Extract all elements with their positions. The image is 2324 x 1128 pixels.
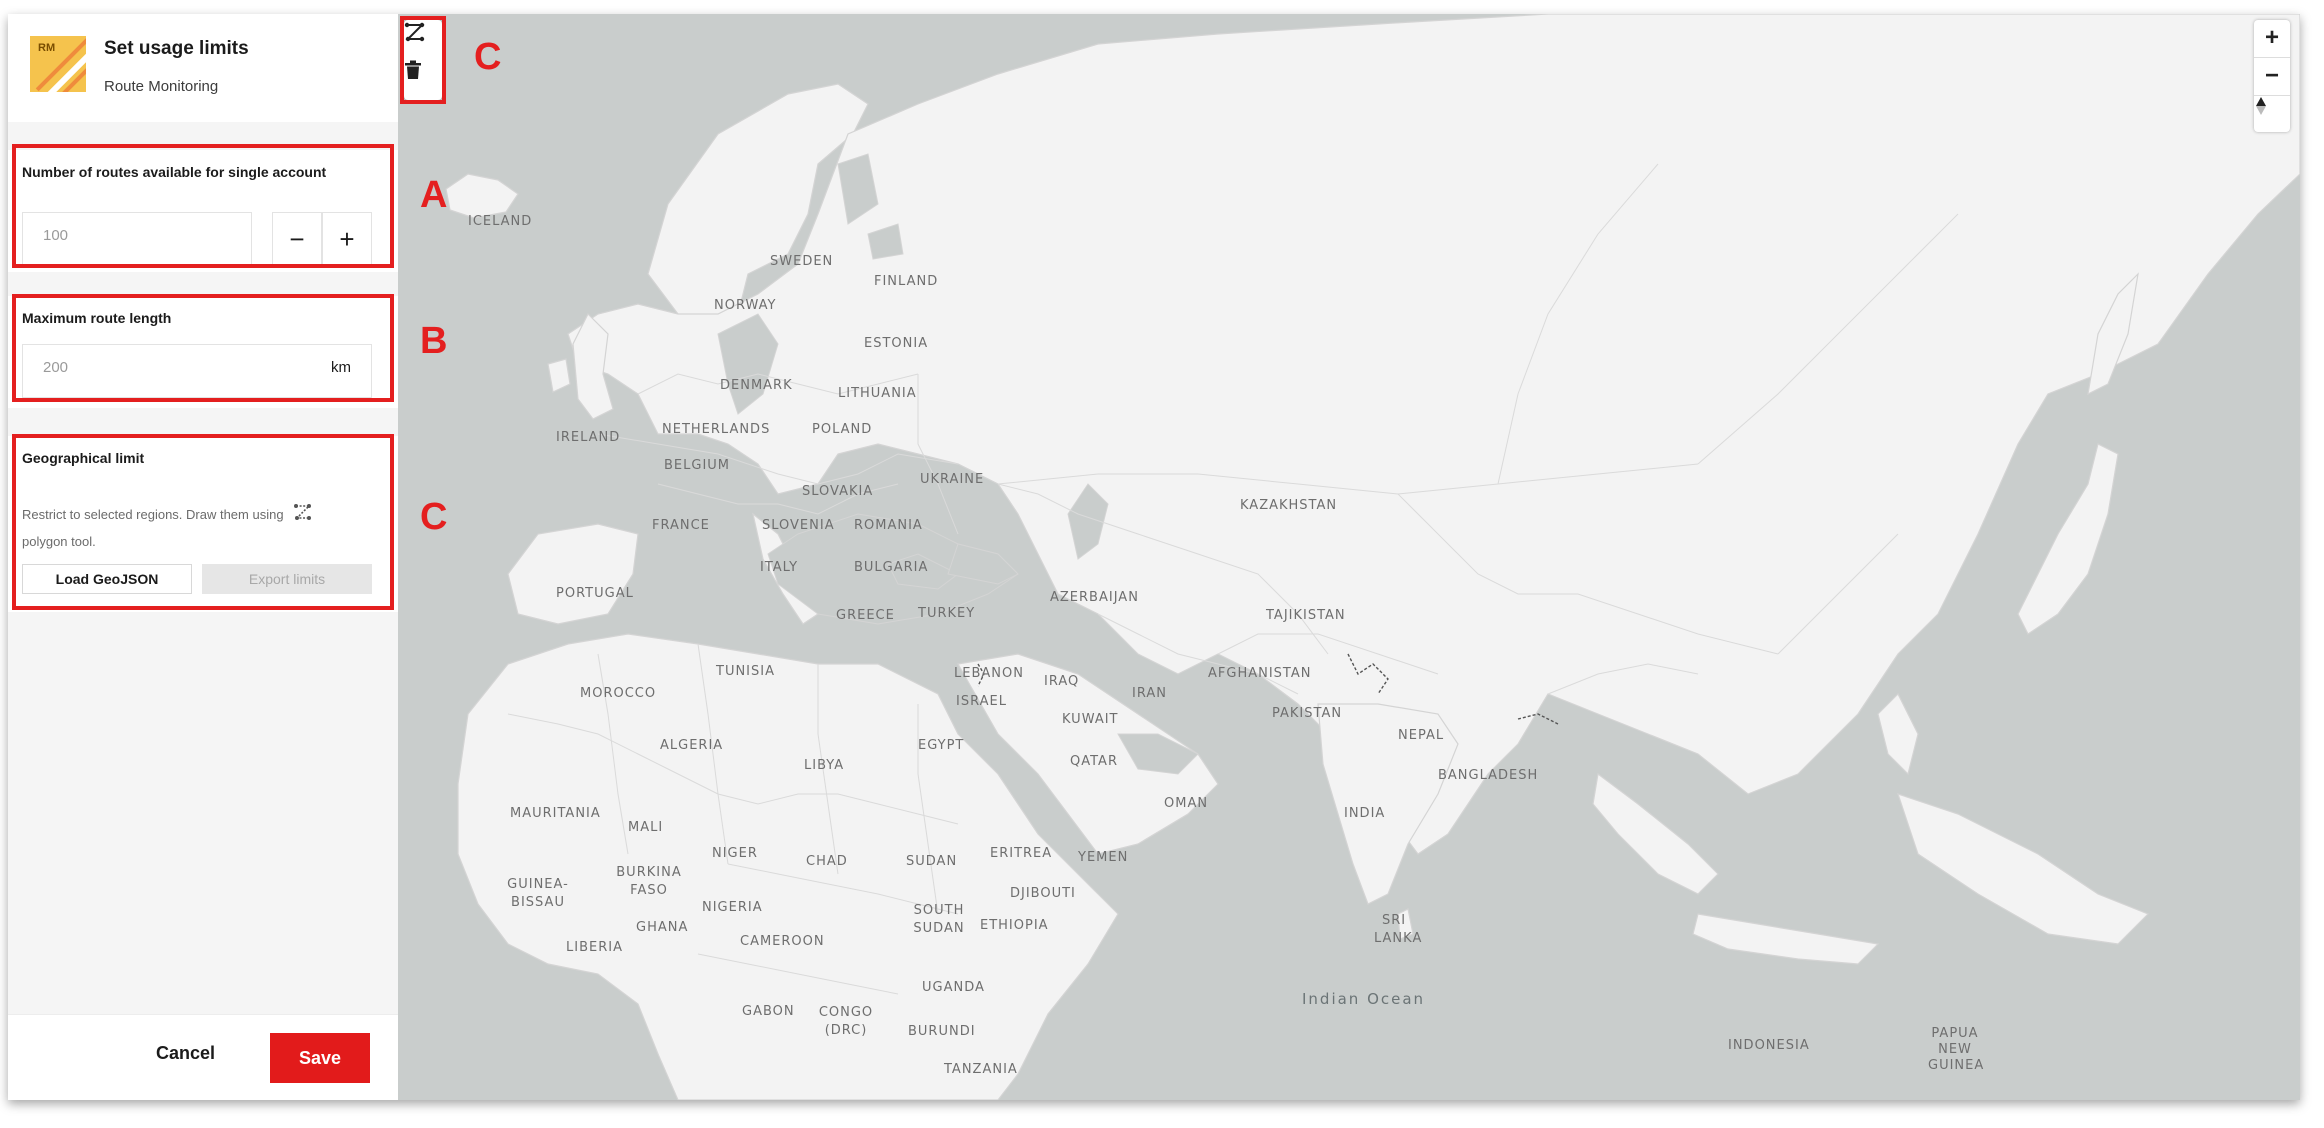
world-map-basemap (445, 14, 2300, 1100)
zoom-controls: + − (2254, 20, 2290, 132)
page-subtitle: Route Monitoring (104, 78, 219, 95)
map-label-cameroon: CAMEROON (740, 934, 825, 949)
map-label-yemen: YEMEN (1078, 850, 1129, 865)
map-label-bangladesh: BANGLADESH (1438, 768, 1539, 783)
annotation-box-c-map (400, 16, 446, 104)
annotation-letter-b: B (420, 320, 448, 362)
annotation-letter-a: A (420, 174, 448, 216)
map-label-mali: MALI (628, 820, 664, 835)
map-label-afghanistan: AFGHANISTAN (1208, 666, 1312, 681)
map-label-denmark: DENMARK (720, 378, 793, 393)
map-label-portugal: PORTUGAL (556, 586, 634, 601)
map-label-lebanon: LEBANON (954, 666, 1024, 681)
map-label-ukraine: UKRAINE (920, 472, 985, 487)
map-label-south-sudan: SOUTH SUDAN (913, 903, 965, 936)
map-label-estonia: ESTONIA (864, 336, 929, 351)
map-label-indian-ocean: Indian Ocean (1302, 990, 1426, 1008)
map-label-mauritania: MAURITANIA (510, 806, 601, 821)
compass-icon (2256, 97, 2266, 115)
route-monitoring-logo: RM (30, 36, 86, 92)
panel-header: RM Set usage limits Route Monitoring (8, 14, 398, 122)
zoom-out-button[interactable]: − (2254, 57, 2290, 94)
map-label-tanzania: TANZANIA (944, 1062, 1018, 1077)
logo-text: RM (38, 42, 56, 54)
map-label-france: FRANCE (652, 518, 710, 533)
map-label-guinea-bissau: GUINEA-BISSAU (507, 877, 569, 910)
map-label-slovakia: SLOVAKIA (802, 484, 874, 499)
map-label-poland: POLAND (812, 422, 873, 437)
map-view[interactable]: ICELAND SWEDEN FINLAND NORWAY ESTONIA DE… (398, 14, 2300, 1100)
map-label-iran: IRAN (1132, 686, 1167, 701)
map-label-burkina-faso: BURKINA FASO (616, 865, 682, 898)
annotation-box-b (12, 294, 394, 402)
map-label-qatar: QATAR (1070, 754, 1118, 769)
sidebar-panel: RM Set usage limits Route Monitoring Num… (8, 14, 398, 1100)
map-label-ghana: GHANA (636, 920, 689, 935)
map-label-turkey: TURKEY (918, 606, 976, 621)
map-label-kazakhstan: KAZAKHSTAN (1240, 498, 1338, 513)
map-label-nigeria: NIGERIA (702, 900, 763, 915)
map-label-egypt: EGYPT (918, 738, 965, 753)
map-label-slovenia: SLOVENIA (762, 518, 835, 533)
map-label-lithuania: LITHUANIA (838, 386, 917, 401)
map-label-sweden: SWEDEN (770, 254, 834, 269)
compass-button[interactable] (2254, 95, 2290, 132)
cancel-button[interactable]: Cancel (156, 1043, 215, 1064)
map-label-norway: NORWAY (714, 298, 777, 313)
map-label-italy: ITALY (760, 560, 799, 575)
map-label-romania: ROMANIA (854, 518, 923, 533)
page-title: Set usage limits (104, 38, 249, 59)
annotation-letter-c: C (420, 496, 448, 538)
map-label-israel: ISRAEL (956, 694, 1007, 709)
map-label-india: INDIA (1344, 806, 1386, 821)
map-label-tajikistan: TAJIKISTAN (1266, 608, 1346, 623)
map-label-kuwait: KUWAIT (1062, 712, 1119, 727)
map-label-oman: OMAN (1164, 796, 1209, 811)
map-label-belgium: BELGIUM (664, 458, 731, 473)
map-label-uganda: UGANDA (922, 980, 985, 995)
annotation-box-a (12, 144, 394, 268)
map-label-eritrea: ERITREA (990, 846, 1053, 861)
map-label-chad: CHAD (806, 854, 848, 869)
map-label-indonesia: INDONESIA (1728, 1038, 1810, 1053)
map-label-bulgaria: BULGARIA (854, 560, 929, 575)
map-label-greece: GREECE (836, 608, 895, 623)
map-label-iceland: ICELAND (468, 214, 533, 229)
map-label-azerbaijan: AZERBAIJAN (1050, 590, 1139, 605)
map-label-finland: FINLAND (874, 274, 939, 289)
map-label-tunisia: TUNISIA (716, 664, 775, 679)
map-label-niger: NIGER (712, 846, 758, 861)
map-label-djibouti: DJIBOUTI (1010, 886, 1076, 901)
map-label-iraq: IRAQ (1044, 674, 1080, 689)
map-label-nepal: NEPAL (1398, 728, 1445, 743)
map-label-sudan: SUDAN (906, 854, 958, 869)
map-label-netherlands: NETHERLANDS (662, 422, 771, 437)
map-label-morocco: MOROCCO (580, 686, 657, 701)
map-label-libya: LIBYA (804, 758, 845, 773)
map-label-burundi: BURUNDI (908, 1024, 976, 1039)
zoom-in-button[interactable]: + (2254, 20, 2290, 56)
app-window: RM Set usage limits Route Monitoring Num… (8, 14, 2300, 1100)
map-label-pakistan: PAKISTAN (1272, 706, 1343, 721)
annotation-letter-c-map: C (474, 36, 502, 78)
map-label-ireland: IRELAND (556, 430, 621, 445)
map-label-papua-new-guinea: PAPUA NEW GUINEA (1928, 1026, 1985, 1073)
panel-footer: Cancel Save (8, 1014, 398, 1100)
map-label-sri-lanka: SRI LANKA (1374, 913, 1423, 946)
annotation-box-c (12, 434, 394, 610)
save-button[interactable]: Save (270, 1033, 370, 1083)
map-label-algeria: ALGERIA (660, 738, 724, 753)
map-label-liberia: LIBERIA (566, 940, 623, 955)
map-label-congo-drc: CONGO (DRC) (818, 1005, 874, 1038)
map-label-gabon: GABON (742, 1004, 795, 1019)
map-label-ethiopia: ETHIOPIA (980, 918, 1049, 933)
